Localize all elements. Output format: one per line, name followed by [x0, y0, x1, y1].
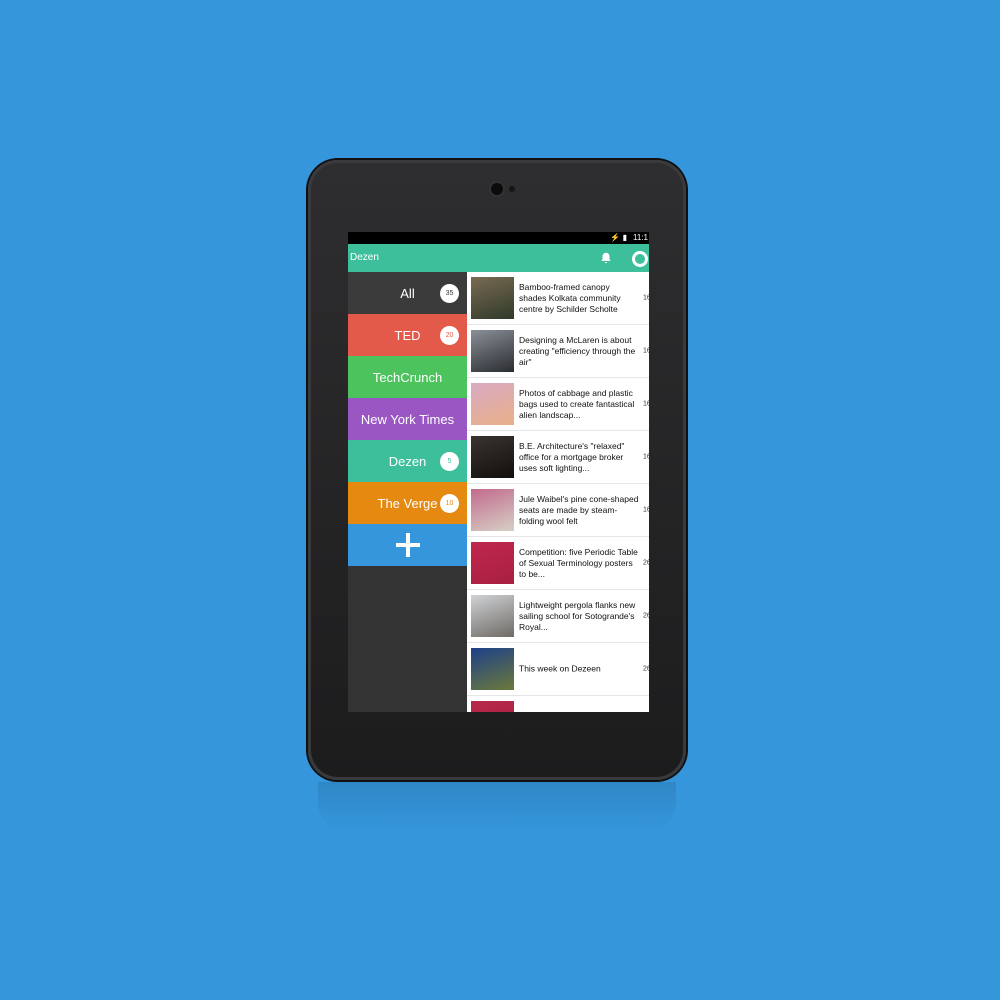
app-bar: Dezen: [348, 244, 649, 272]
article-thumbnail: [471, 489, 514, 531]
article-date: 16: [643, 400, 649, 408]
feed-item[interactable]: New York Times: [348, 398, 467, 440]
feed-label: New York Times: [360, 411, 455, 427]
status-icons: ⚡ ▮: [610, 233, 627, 242]
article-date: 16: [643, 347, 649, 355]
refresh-ring-icon[interactable]: [632, 251, 648, 267]
unread-count-badge: 5: [440, 452, 459, 471]
sensor-icon: [509, 186, 515, 192]
article-thumbnail: [471, 595, 514, 637]
unread-count-badge: 20: [440, 326, 459, 345]
device-screen: ⚡ ▮ 11:1 Dezen All 35 TED 20 TechCrunch New Y…: [348, 232, 649, 712]
status-bar: ⚡ ▮ 11:1: [348, 232, 649, 244]
article-thumbnail: [471, 383, 514, 425]
status-time: 11:1: [633, 233, 648, 242]
article-headline: This week on Dezeen: [519, 663, 601, 674]
feed-item[interactable]: TED 20: [348, 314, 467, 356]
article-headline: Photos of cabbage and plastic bags used …: [519, 387, 635, 420]
article-thumbnail: [471, 330, 514, 372]
tablet-reflection: [318, 782, 676, 832]
plus-icon: [395, 533, 420, 557]
feed-item[interactable]: TechCrunch: [348, 356, 467, 398]
article-row[interactable]: Designing a McLaren is about creating "e…: [467, 325, 649, 378]
article-date: 16: [643, 506, 649, 514]
article-date: 16: [643, 294, 649, 302]
article-row[interactable]: 'Poster design...: [467, 696, 649, 712]
feed-list: All 35 TED 20 TechCrunch New York Times Dezen 5…: [348, 272, 467, 524]
feed-drawer: All 35 TED 20 TechCrunch New York Times Dezen 5…: [348, 272, 467, 712]
unread-count-badge: 10: [440, 494, 459, 513]
feed-label: Dezen: [388, 453, 427, 469]
bell-icon[interactable]: [599, 251, 613, 265]
article-row[interactable]: This week on Dezeen 26: [467, 643, 649, 696]
article-list: Bamboo-framed canopy shades Kolkata comm…: [467, 272, 649, 712]
article-headline: Jule Waibel's pine cone-shaped seats are…: [519, 493, 639, 526]
feed-item[interactable]: The Verge 10: [348, 482, 467, 524]
feed-label: TED: [394, 327, 421, 343]
article-date: 16: [643, 453, 649, 461]
add-feed-button[interactable]: [348, 524, 467, 566]
unread-count-badge: 35: [440, 284, 459, 303]
article-row[interactable]: Competition: five Periodic Table of Sexu…: [467, 537, 649, 590]
article-thumbnail: [471, 277, 514, 319]
article-row[interactable]: Photos of cabbage and plastic bags used …: [467, 378, 649, 431]
article-row[interactable]: Lightweight pergola flanks new sailing s…: [467, 590, 649, 643]
article-thumbnail: [471, 701, 514, 712]
article-thumbnail: [471, 436, 514, 478]
article-headline: Lightweight pergola flanks new sailing s…: [519, 599, 636, 632]
article-row[interactable]: Jule Waibel's pine cone-shaped seats are…: [467, 484, 649, 537]
article-thumbnail: [471, 648, 514, 690]
article-row[interactable]: Bamboo-framed canopy shades Kolkata comm…: [467, 272, 649, 325]
article-headline: Competition: five Periodic Table of Sexu…: [519, 546, 638, 579]
camera-icon: [491, 183, 503, 195]
article-headline: Bamboo-framed canopy shades Kolkata comm…: [519, 281, 621, 314]
article-headline: B.E. Architecture's "relaxed" office for…: [519, 440, 625, 473]
article-date: 26: [643, 665, 649, 673]
feed-label: The Verge: [377, 495, 438, 511]
article-row[interactable]: B.E. Architecture's "relaxed" office for…: [467, 431, 649, 484]
feed-item[interactable]: Dezen 5: [348, 440, 467, 482]
app-bar-title: Dezen: [350, 252, 379, 263]
feed-label: TechCrunch: [372, 369, 443, 385]
article-headline: Designing a McLaren is about creating "e…: [519, 334, 636, 367]
feed-label: All: [400, 285, 415, 301]
article-thumbnail: [471, 542, 514, 584]
article-date: 26: [643, 612, 649, 620]
feed-item[interactable]: All 35: [348, 272, 467, 314]
article-date: 26: [643, 559, 649, 567]
